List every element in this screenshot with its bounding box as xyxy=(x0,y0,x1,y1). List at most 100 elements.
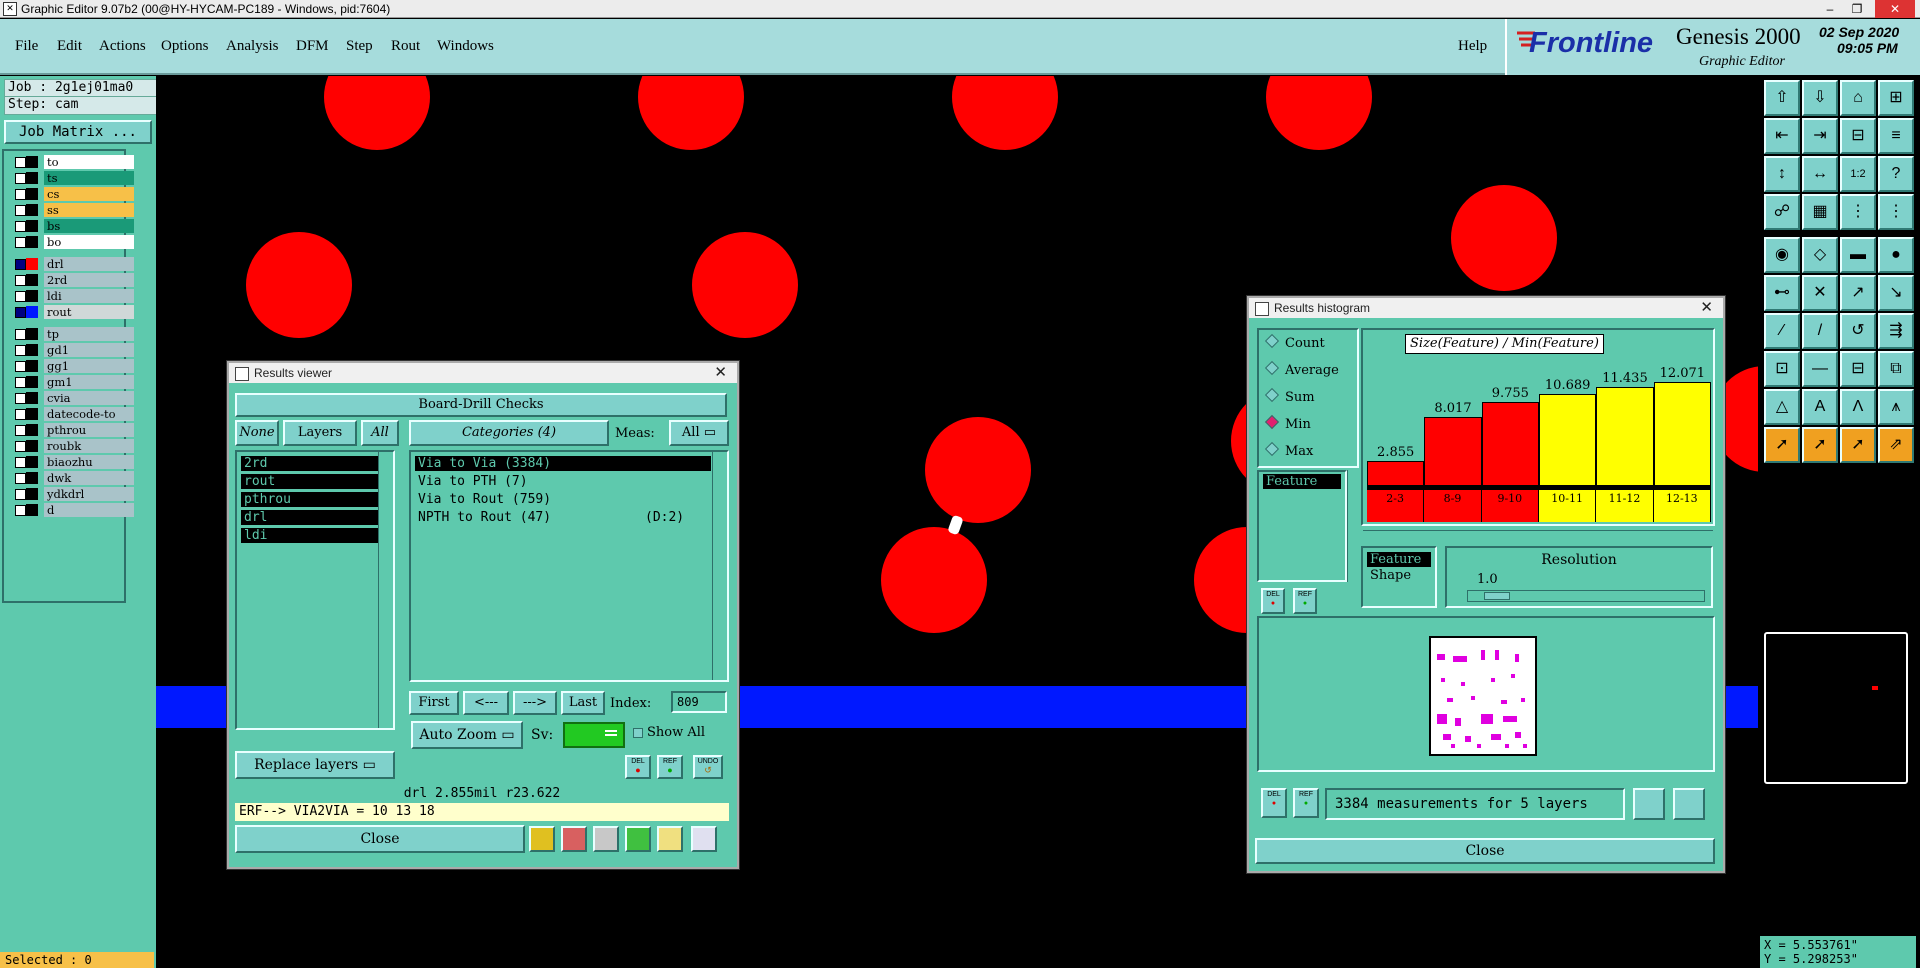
mode-radio-max[interactable]: Max xyxy=(1264,441,1313,459)
layer-row[interactable]: ts xyxy=(12,171,134,185)
layer-checkbox[interactable] xyxy=(15,291,26,302)
last-button[interactable]: Last xyxy=(561,691,605,715)
scale-icon[interactable]: 1:2 xyxy=(1840,156,1876,192)
layer-checkbox[interactable] xyxy=(15,221,26,232)
histogram-bar[interactable] xyxy=(1481,401,1539,486)
ref-button[interactable]: REF ● xyxy=(657,755,683,779)
layer-checkbox[interactable] xyxy=(15,173,26,184)
fit-vertical-icon[interactable]: ↕ xyxy=(1764,156,1800,192)
overview-map[interactable] xyxy=(1764,632,1908,784)
feature-list[interactable]: Feature xyxy=(1257,470,1347,582)
layer-row[interactable]: bs xyxy=(12,219,134,233)
layer-checkbox[interactable] xyxy=(15,205,26,216)
layers-scrollbar[interactable] xyxy=(378,452,393,728)
resolution-slider[interactable] xyxy=(1467,590,1705,602)
histogram-close-button[interactable]: Close xyxy=(1255,838,1715,864)
layer-row[interactable]: 2rd xyxy=(12,273,134,287)
layer-row[interactable]: gd1 xyxy=(12,343,134,357)
slash-icon[interactable]: ⁄ xyxy=(1764,313,1800,349)
histogram-bar[interactable] xyxy=(1596,387,1654,486)
category-item[interactable]: NPTH to Rout (47) (D:2) xyxy=(415,510,711,525)
hist-ref-button[interactable]: REF ● xyxy=(1293,588,1317,614)
menu-options[interactable]: Options xyxy=(161,38,209,55)
help-icon[interactable]: ? xyxy=(1878,156,1914,192)
connect-icon[interactable]: ⊷ xyxy=(1764,275,1800,311)
export-icon[interactable] xyxy=(625,826,651,852)
pointer3-icon[interactable]: ➚ xyxy=(1840,427,1876,463)
layer-list-item[interactable]: rout xyxy=(241,474,379,489)
menu-actions[interactable]: Actions xyxy=(99,38,146,55)
maximize-button[interactable]: ❐ xyxy=(1845,0,1869,18)
del-button[interactable]: DEL ● xyxy=(625,755,651,779)
menu-rout[interactable]: Rout xyxy=(391,38,420,55)
meas-dropdown[interactable]: All ▭ xyxy=(669,420,729,446)
layer-checkbox[interactable] xyxy=(15,259,26,270)
all-button[interactable]: All xyxy=(361,420,399,446)
notes-icon[interactable] xyxy=(657,826,683,852)
pad-icon[interactable]: ◉ xyxy=(1764,237,1800,273)
layer-row[interactable]: bo xyxy=(12,235,134,249)
layer-checkbox[interactable] xyxy=(15,361,26,372)
feature-option[interactable]: Feature xyxy=(1367,552,1431,567)
layer-row[interactable]: dwk xyxy=(12,471,134,485)
layer-row[interactable]: gm1 xyxy=(12,375,134,389)
close-window-button[interactable]: ✕ xyxy=(1875,0,1915,18)
menu-edit[interactable]: Edit xyxy=(57,38,82,55)
layer-row[interactable]: pthrou xyxy=(12,423,134,437)
layer-row[interactable]: cvia xyxy=(12,391,134,405)
layer-list-item[interactable]: 2rd xyxy=(241,456,379,471)
polygon-icon[interactable]: ◇ xyxy=(1802,237,1838,273)
layer-row[interactable]: ydkdrl xyxy=(12,487,134,501)
fit-horizontal-icon[interactable]: ↔ xyxy=(1802,156,1838,192)
pointer2-icon[interactable]: ➚ xyxy=(1802,427,1838,463)
copy-icon[interactable]: ⧉ xyxy=(1878,351,1914,387)
arrow-up-right-icon[interactable]: ↗ xyxy=(1840,275,1876,311)
move-down-icon[interactable]: ⇩ xyxy=(1802,80,1838,116)
job-matrix-button[interactable]: Job Matrix ... xyxy=(4,120,152,144)
move-up-icon[interactable]: ⇧ xyxy=(1764,80,1800,116)
layer-list-item[interactable]: drl xyxy=(241,510,379,525)
layer-checkbox[interactable] xyxy=(15,237,26,248)
layer-row[interactable]: ldi xyxy=(12,289,134,303)
layer-row[interactable]: gg1 xyxy=(12,359,134,373)
layer-row[interactable]: datecode-to xyxy=(12,407,134,421)
circle-icon[interactable]: ● xyxy=(1878,237,1914,273)
mode-radio-average[interactable]: Average xyxy=(1264,360,1339,378)
layer-row[interactable]: d xyxy=(12,503,134,517)
histogram-bar[interactable] xyxy=(1539,393,1597,486)
severity-dropdown[interactable] xyxy=(563,722,625,748)
close-x-icon[interactable]: ✕ xyxy=(714,363,727,383)
route-icon[interactable]: ⇶ xyxy=(1878,313,1914,349)
text-icon[interactable]: A xyxy=(1802,389,1838,425)
menu-dfm[interactable]: DFM xyxy=(296,38,329,55)
clear-results-icon[interactable] xyxy=(593,826,619,852)
auto-zoom-dropdown[interactable]: Auto Zoom ▭ xyxy=(411,721,523,749)
dash-icon[interactable]: — xyxy=(1802,351,1838,387)
menu-help[interactable]: Help xyxy=(1458,38,1487,55)
categories-list[interactable]: Via to Via (3384) Via to PTH (7) Via to Ro… xyxy=(409,450,729,682)
layer-checkbox[interactable] xyxy=(15,157,26,168)
layer-checkbox[interactable] xyxy=(15,307,26,318)
layer-row[interactable]: rout xyxy=(12,305,134,319)
layers-button[interactable]: Layers xyxy=(283,420,357,446)
undo-button[interactable]: UNDO ↺ xyxy=(693,755,723,779)
layer-list-item[interactable]: ldi xyxy=(241,528,379,543)
menu-file[interactable]: File xyxy=(15,38,38,55)
layer-checkbox[interactable] xyxy=(15,441,26,452)
layer-checkbox[interactable] xyxy=(15,425,26,436)
category-item[interactable]: Via to PTH (7) xyxy=(415,474,711,489)
layer-checkbox[interactable] xyxy=(15,275,26,286)
resolution-slider-thumb[interactable] xyxy=(1484,592,1510,600)
layer-checkbox[interactable] xyxy=(15,377,26,388)
arc2-icon[interactable]: ⩚ xyxy=(1878,389,1914,425)
histogram-bar[interactable] xyxy=(1424,416,1482,486)
close-button[interactable]: Close xyxy=(235,825,525,853)
edit-results-icon[interactable] xyxy=(561,826,587,852)
categories-scrollbar[interactable] xyxy=(712,452,727,680)
feature-shape-list[interactable]: Feature Shape xyxy=(1361,546,1437,608)
layer-row[interactable]: drl xyxy=(12,257,134,271)
layer-checkbox[interactable] xyxy=(15,409,26,420)
arc-icon[interactable]: Ʌ xyxy=(1840,389,1876,425)
grid-icon[interactable]: ⊞ xyxy=(1878,80,1914,116)
histogram-bar[interactable] xyxy=(1653,382,1711,486)
